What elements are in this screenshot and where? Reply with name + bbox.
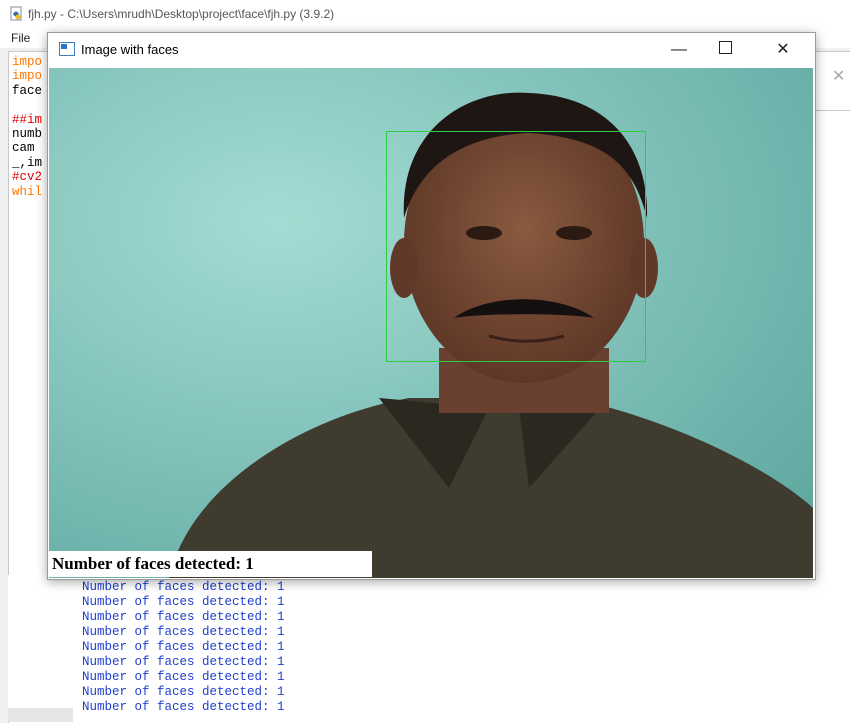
idle-title-bar: fjh.py - C:\Users\mrudh\Desktop\project\… <box>0 0 850 28</box>
close-button[interactable]: ✕ <box>760 37 806 63</box>
shell-output-line: Number of faces detected: 1 <box>82 610 285 624</box>
shell-status-strip <box>8 708 73 722</box>
code-line: numb <box>12 126 43 141</box>
image-window-titlebar[interactable]: Image with faces — ✕ <box>48 33 815 66</box>
idle-window-title: fjh.py - C:\Users\mrudh\Desktop\project\… <box>28 7 335 21</box>
shell-output-lines: Number of faces detected: 1 Number of fac… <box>82 580 285 715</box>
code-line: impo <box>12 55 43 69</box>
shell-output-line: Number of faces detected: 1 <box>82 640 285 654</box>
shell-output-line: Number of faces detected: 1 <box>82 670 285 684</box>
shell-output-line: Number of faces detected: 1 <box>82 655 285 669</box>
window-app-icon <box>59 42 75 56</box>
face-detection-box <box>386 131 646 362</box>
maximize-button[interactable] <box>702 37 748 63</box>
faces-detected-caption: Number of faces detected: 1 <box>49 551 372 577</box>
code-line: #cv2 <box>12 170 43 185</box>
code-lines: impo impo face ##im numb cam _,im #cv2 whil <box>12 55 42 199</box>
code-line: face <box>12 83 43 98</box>
shell-output-line: Number of faces detected: 1 <box>82 700 285 714</box>
shell-gutter <box>8 575 73 708</box>
shell-output-line: Number of faces detected: 1 <box>82 625 285 639</box>
code-line: whil <box>12 184 43 199</box>
close-icon: ✕ <box>776 41 790 58</box>
python-file-icon <box>8 6 24 22</box>
webcam-image: Number of faces detected: 1 <box>49 68 813 578</box>
code-line: _,im <box>12 155 43 170</box>
image-window-title: Image with faces <box>81 42 179 57</box>
minimize-icon: — <box>671 41 687 58</box>
minimize-button[interactable]: — <box>656 37 702 63</box>
code-line: cam <box>12 141 35 156</box>
code-line: ##im <box>12 112 43 127</box>
shell-output-line: Number of faces detected: 1 <box>82 580 285 594</box>
menu-file[interactable]: File <box>11 31 30 45</box>
shell-output-line: Number of faces detected: 1 <box>82 595 285 609</box>
maximize-icon <box>718 41 732 54</box>
shell-output-line: Number of faces detected: 1 <box>82 685 285 699</box>
close-icon[interactable]: ✕ <box>832 66 845 86</box>
image-window: Image with faces — ✕ Number of faces det… <box>47 32 816 580</box>
code-line: impo <box>12 69 43 84</box>
